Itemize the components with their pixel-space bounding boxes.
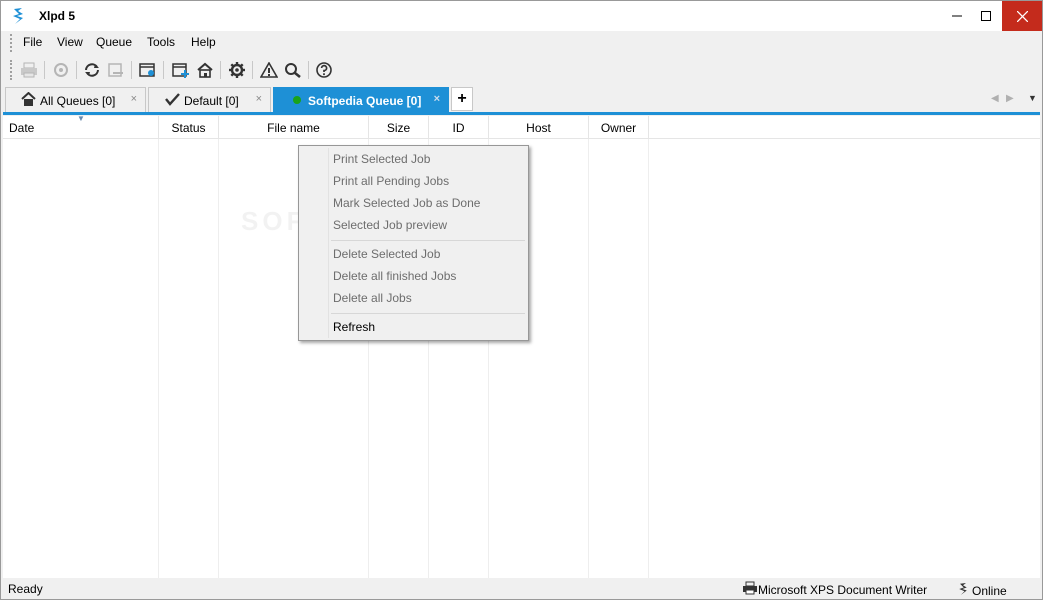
app-window: Xlpd 5 File View Queue Tools Help All Qu… — [0, 0, 1043, 600]
add-tab-button[interactable]: + — [451, 87, 473, 111]
column-owner[interactable]: Owner — [589, 116, 649, 139]
menu-help[interactable]: Help — [191, 35, 216, 49]
status-text: Ready — [8, 582, 43, 596]
column-label: ID — [452, 120, 465, 135]
tab-close-button[interactable]: × — [434, 93, 440, 105]
column-label: Date — [9, 120, 35, 135]
toolbar-grip[interactable] — [10, 60, 12, 80]
tab-label: Default [0] — [184, 93, 239, 108]
column-host[interactable]: Host — [489, 116, 589, 139]
toolbar-separator — [163, 61, 164, 79]
gear-icon[interactable] — [227, 60, 247, 80]
window-title: Xlpd 5 — [39, 9, 76, 23]
status-online[interactable]: Online — [957, 581, 1007, 600]
menu-separator — [331, 240, 525, 241]
status-printer[interactable]: Microsoft XPS Document Writer — [742, 581, 927, 598]
help-icon[interactable] — [314, 60, 334, 80]
context-menu: Print Selected Job Print all Pending Job… — [298, 145, 529, 341]
print-icon[interactable] — [19, 60, 39, 80]
menu-separator — [331, 313, 525, 314]
printer-icon — [742, 581, 758, 598]
refresh-icon[interactable] — [82, 60, 102, 80]
tab-close-button[interactable]: × — [256, 93, 262, 105]
connection-status: Online — [972, 583, 1007, 598]
alert-icon[interactable] — [259, 60, 279, 80]
toolbar-separator — [308, 61, 309, 79]
menu-view[interactable]: View — [57, 35, 83, 49]
tab-label: All Queues [0] — [40, 93, 116, 108]
column-divider — [588, 139, 589, 578]
tab-label: Softpedia Queue [0] — [308, 93, 422, 108]
column-label: Size — [386, 120, 411, 135]
column-divider — [648, 139, 649, 578]
remove-icon[interactable] — [106, 60, 126, 80]
menu-queue[interactable]: Queue — [96, 35, 132, 49]
menu-grip[interactable] — [10, 34, 12, 52]
column-size[interactable]: Size — [369, 116, 429, 139]
column-status[interactable]: Status — [159, 116, 219, 139]
column-id[interactable]: ID — [429, 116, 489, 139]
queue-tabs: All Queues [0] × Default [0] × Softpedia… — [1, 85, 1042, 113]
menu-file[interactable]: File — [23, 35, 42, 49]
column-divider — [218, 139, 219, 578]
xlpd-app-icon[interactable] — [10, 7, 26, 25]
tab-accent-bar — [3, 112, 1040, 115]
menu-selected-job-preview[interactable]: Selected Job preview — [333, 218, 447, 232]
sort-indicator-icon: ▼ — [77, 114, 85, 123]
green-dot-icon — [292, 94, 302, 108]
tab-scroll-right-icon[interactable]: ▶ — [1006, 93, 1014, 104]
column-headers: Date ▼ Status File name Size ID Host Own… — [3, 114, 1040, 139]
add-queue-icon[interactable] — [171, 60, 191, 80]
menu-tools[interactable]: Tools — [147, 35, 175, 49]
menu-delete-selected-job[interactable]: Delete Selected Job — [333, 247, 440, 261]
home-icon — [21, 91, 36, 109]
tab-softpedia-queue[interactable]: Softpedia Queue [0] × — [273, 87, 449, 113]
maximize-button[interactable] — [969, 1, 1003, 31]
menu-refresh[interactable]: Refresh — [333, 320, 375, 334]
tab-list-dropdown-icon[interactable]: ▼ — [1028, 93, 1037, 103]
column-label: Owner — [600, 120, 637, 135]
toolbar-separator — [76, 61, 77, 79]
menu-print-all-pending-jobs[interactable]: Print all Pending Jobs — [333, 174, 449, 188]
tab-default[interactable]: Default [0] × — [148, 87, 271, 113]
queue-settings-icon[interactable] — [138, 60, 158, 80]
menu-print-selected-job[interactable]: Print Selected Job — [333, 152, 430, 166]
menu-mark-selected-job-done[interactable]: Mark Selected Job as Done — [333, 196, 480, 210]
close-button[interactable] — [1002, 1, 1042, 31]
menu-bar: File View Queue Tools Help — [1, 31, 1042, 55]
toolbar-separator — [131, 61, 132, 79]
toolbar-separator — [252, 61, 253, 79]
status-bar: Ready Microsoft XPS Document Writer Onli… — [1, 578, 1042, 599]
xlpd-online-icon — [957, 581, 969, 600]
title-bar: Xlpd 5 — [1, 1, 1042, 31]
tab-close-button[interactable]: × — [131, 93, 137, 105]
printer-name: Microsoft XPS Document Writer — [758, 582, 928, 597]
menu-delete-all-finished-jobs[interactable]: Delete all finished Jobs — [333, 269, 456, 283]
column-label: Status — [171, 120, 206, 135]
column-date[interactable]: Date ▼ — [3, 114, 159, 139]
column-label: Host — [526, 120, 551, 135]
column-label: File name — [267, 120, 320, 135]
column-divider — [158, 139, 159, 578]
menu-delete-all-jobs[interactable]: Delete all Jobs — [333, 291, 412, 305]
cancel-print-icon[interactable] — [51, 60, 71, 80]
checkmark-icon — [165, 92, 180, 109]
toolbar — [1, 55, 1042, 85]
menu-gutter — [328, 148, 329, 338]
tab-all-queues[interactable]: All Queues [0] × — [5, 87, 146, 113]
toolbar-separator — [44, 61, 45, 79]
tab-scroll-left-icon[interactable]: ◀ — [991, 93, 999, 104]
column-file-name[interactable]: File name — [219, 116, 369, 139]
home-icon[interactable] — [195, 60, 215, 80]
search-icon[interactable] — [283, 60, 303, 80]
toolbar-separator — [220, 61, 221, 79]
